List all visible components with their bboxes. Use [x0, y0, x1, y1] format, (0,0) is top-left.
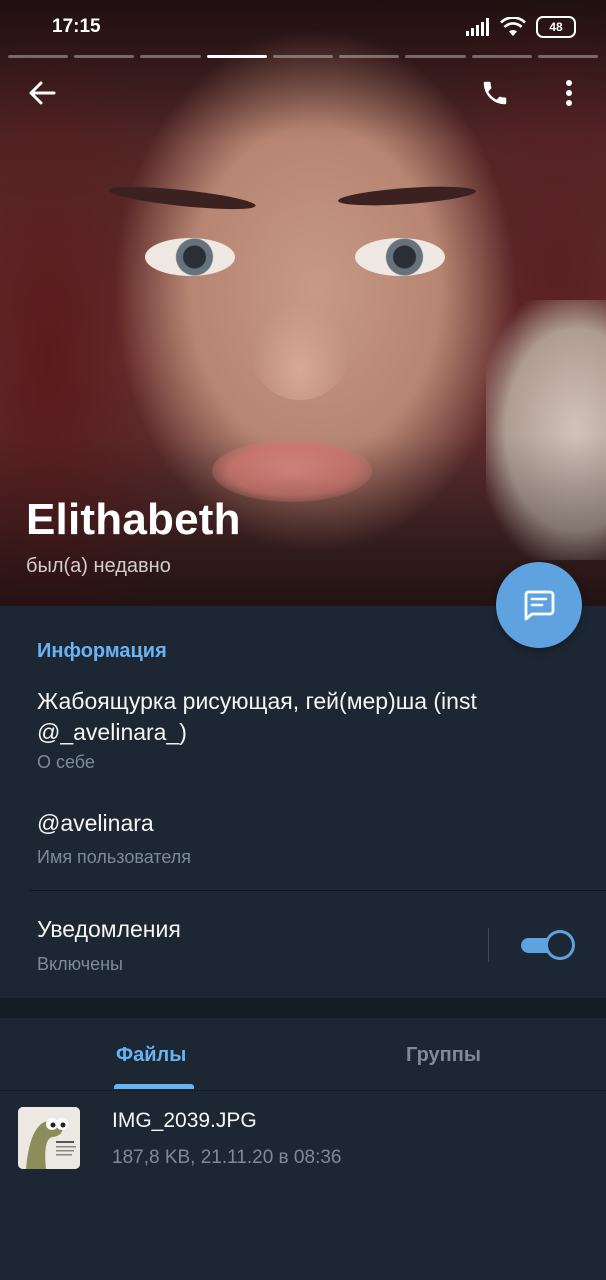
- photo-detail: [145, 238, 235, 276]
- section-gap: [0, 998, 606, 1018]
- tab-groups[interactable]: Группы: [406, 1044, 481, 1067]
- photo-progress: [8, 55, 598, 59]
- photo-progress-segment: [339, 55, 400, 58]
- wifi-icon: [500, 17, 526, 36]
- status-time: 17:15: [52, 16, 101, 37]
- call-button[interactable]: [472, 70, 518, 116]
- status-bar: 17:15 48: [0, 0, 606, 52]
- file-name: IMG_2039.JPG: [112, 1109, 257, 1132]
- top-toolbar: [0, 70, 606, 116]
- photo-detail: [107, 182, 257, 214]
- photo-progress-segment-active: [206, 55, 267, 58]
- file-meta: 187,8 KB, 21.11.20 в 08:36: [112, 1147, 342, 1168]
- last-seen-status: был(а) недавно: [26, 555, 171, 577]
- signal-icon: [466, 18, 489, 36]
- username-label: Имя пользователя: [37, 847, 192, 867]
- more-button[interactable]: [546, 70, 592, 116]
- more-vertical-icon: [566, 80, 572, 106]
- photo-progress-segment: [471, 55, 532, 58]
- file-item[interactable]: IMG_2039.JPG 187,8 KB, 21.11.20 в 08:36: [0, 1091, 606, 1185]
- tab-files[interactable]: Файлы: [116, 1044, 186, 1067]
- photo-progress-segment: [405, 55, 466, 58]
- toggle-knob: [545, 930, 575, 960]
- notifications-state: Включены: [37, 954, 123, 974]
- message-icon: [524, 590, 555, 621]
- battery-icon: 48: [536, 16, 576, 38]
- photo-progress-segment: [8, 55, 69, 58]
- back-button[interactable]: [19, 70, 65, 116]
- photo-detail: [337, 183, 477, 209]
- tab-indicator: [114, 1084, 194, 1089]
- file-thumbnail: [18, 1107, 80, 1169]
- status-icons: 48: [466, 16, 576, 38]
- username-text[interactable]: @avelinara: [37, 810, 154, 837]
- photo-progress-segment: [537, 55, 598, 58]
- photo-progress-segment: [272, 55, 334, 58]
- profile-name: Elithabeth: [26, 495, 241, 544]
- file-thumbnail-image: [18, 1107, 80, 1169]
- media-tabs: Файлы Группы: [0, 1018, 606, 1091]
- photo-detail: [355, 238, 445, 276]
- arrow-left-icon: [29, 81, 56, 105]
- photo-progress-segment: [74, 55, 135, 58]
- bio-text[interactable]: Жабоящурка рисующая, гей(мер)ша (inst @_…: [37, 686, 557, 748]
- notifications-toggle[interactable]: [521, 930, 575, 960]
- section-title: Информация: [37, 640, 167, 662]
- info-section: Информация Жабоящурка рисующая, гей(мер)…: [0, 606, 606, 998]
- vertical-divider: [488, 928, 489, 962]
- photo-detail: [250, 300, 350, 400]
- notifications-label[interactable]: Уведомления: [37, 916, 181, 943]
- divider: [30, 890, 606, 891]
- message-button[interactable]: [496, 562, 582, 648]
- phone-icon: [483, 81, 507, 105]
- bio-label: О себе: [37, 752, 95, 772]
- photo-progress-segment: [140, 55, 201, 58]
